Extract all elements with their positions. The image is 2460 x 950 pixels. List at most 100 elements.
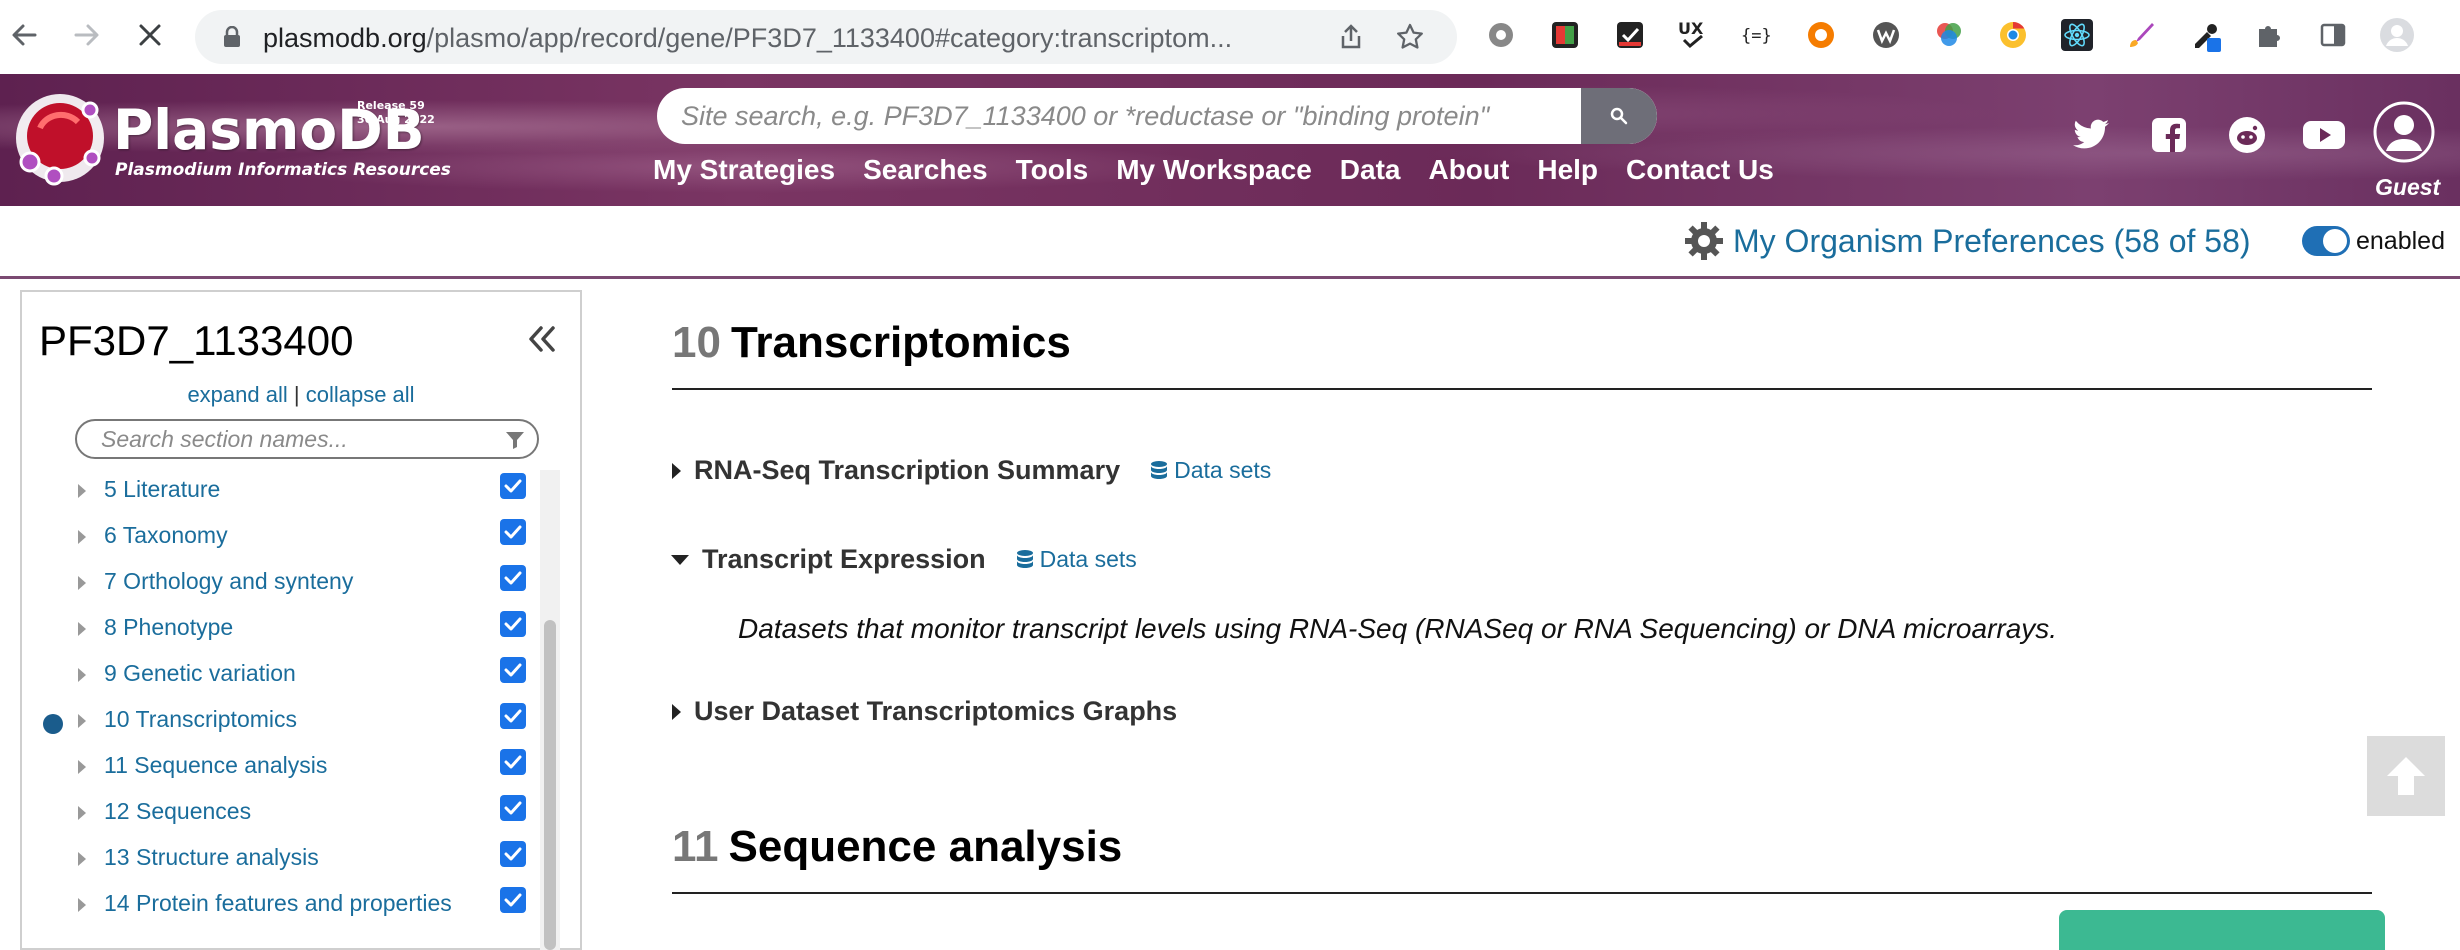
facebook-icon[interactable] <box>2147 113 2191 157</box>
extensions-puzzle-icon[interactable] <box>2251 17 2287 53</box>
caret-right-icon[interactable] <box>77 713 87 729</box>
section-visibility-checkbox[interactable] <box>500 657 526 683</box>
extension-check-icon[interactable] <box>1612 17 1648 53</box>
section-list-scrollbar[interactable] <box>540 470 560 950</box>
green-action-button[interactable] <box>2059 910 2385 950</box>
profile-avatar-icon[interactable] <box>2379 17 2415 53</box>
filter-icon[interactable] <box>505 430 525 450</box>
plasmodb-logo-icon[interactable] <box>10 88 110 188</box>
section-visibility-checkbox[interactable] <box>500 703 526 729</box>
sidebar-section-label[interactable]: 7 Orthology and synteny <box>104 568 353 595</box>
extension-rgb-icon[interactable] <box>1931 17 1967 53</box>
sidebar-section-item[interactable]: 7 Orthology and synteny <box>22 562 552 608</box>
sidebar-section-item[interactable]: 6 Taxonomy <box>22 516 552 562</box>
sidebar-section-label[interactable]: 11 Sequence analysis <box>104 752 327 779</box>
sidebar-section-label[interactable]: 12 Sequences <box>104 798 251 825</box>
menu-searches[interactable]: Searches <box>849 154 1002 186</box>
caret-right-icon[interactable] <box>77 575 87 591</box>
sidebar-section-item[interactable]: 8 Phenotype <box>22 608 552 654</box>
extension-lifebuoy-icon[interactable] <box>1803 17 1839 53</box>
extension-json-icon[interactable]: {=} <box>1739 17 1775 53</box>
twitter-icon[interactable] <box>2070 113 2114 157</box>
menu-about[interactable]: About <box>1414 154 1523 186</box>
sidebar-section-item[interactable]: 13 Structure analysis <box>22 838 552 884</box>
sidebar-section-label[interactable]: 8 Phenotype <box>104 614 233 641</box>
sidebar-section-label[interactable]: 9 Genetic variation <box>104 660 296 687</box>
caret-right-icon[interactable] <box>77 759 87 775</box>
caret-right-icon[interactable] <box>77 529 87 545</box>
organism-preferences-link[interactable]: My Organism Preferences (58 of 58) <box>1683 220 2251 262</box>
caret-right-icon[interactable] <box>77 667 87 683</box>
scrollbar-thumb[interactable] <box>544 620 556 950</box>
menu-contact-us[interactable]: Contact Us <box>1612 154 1788 186</box>
section-visibility-checkbox[interactable] <box>500 795 526 821</box>
sidebar-section-label[interactable]: 6 Taxonomy <box>104 522 228 549</box>
sidebar-section-item[interactable]: 9 Genetic variation <box>22 654 552 700</box>
sidebar-section-item[interactable]: 14 Protein features and properties <box>22 884 552 930</box>
sidebar-section-item[interactable]: 12 Sequences <box>22 792 552 838</box>
section-visibility-checkbox[interactable] <box>500 473 526 499</box>
section-visibility-checkbox[interactable] <box>500 519 526 545</box>
main-menu: My Strategies Searches Tools My Workspac… <box>639 154 1788 186</box>
extension-brush-icon[interactable] <box>2123 17 2159 53</box>
section-visibility-checkbox[interactable] <box>500 749 526 775</box>
section-visibility-checkbox[interactable] <box>500 887 526 913</box>
caret-right-icon[interactable] <box>77 483 87 499</box>
user-avatar-icon[interactable] <box>2373 101 2435 163</box>
sidebar-section-item[interactable]: 11 Sequence analysis <box>22 746 552 792</box>
extension-eyedropper-icon[interactable] <box>2188 17 2224 53</box>
menu-data[interactable]: Data <box>1326 154 1415 186</box>
release-date: 30 Aug 2022 <box>357 113 435 126</box>
side-panel-icon[interactable] <box>2315 17 2351 53</box>
extension-chrome-icon[interactable] <box>1995 17 2031 53</box>
subsection-user-dataset-graphs[interactable]: User Dataset Transcriptomics Graphs <box>670 696 1177 727</box>
section-visibility-checkbox[interactable] <box>500 841 526 867</box>
sidebar-section-item[interactable]: 5 Literature <box>22 470 552 516</box>
sidebar-section-label[interactable]: 13 Structure analysis <box>104 844 319 871</box>
extension-wappalyzer-icon[interactable] <box>1868 17 1904 53</box>
caret-right-icon[interactable] <box>77 897 87 913</box>
url-text[interactable]: plasmodb.org/plasmo/app/record/gene/PF3D… <box>263 23 1373 54</box>
reddit-icon[interactable] <box>2225 113 2269 157</box>
address-bar[interactable]: plasmodb.org/plasmo/app/record/gene/PF3D… <box>195 10 1457 64</box>
double-chevron-left-icon[interactable] <box>524 322 558 356</box>
stop-loading-button[interactable] <box>130 15 170 55</box>
section-visibility-checkbox[interactable] <box>500 611 526 637</box>
sidebar-section-item[interactable]: 10 Transcriptomics <box>22 700 552 746</box>
caret-right-icon[interactable] <box>77 805 87 821</box>
caret-right-icon[interactable] <box>77 851 87 867</box>
extension-color-icon[interactable] <box>1547 17 1583 53</box>
menu-tools[interactable]: Tools <box>1002 154 1103 186</box>
data-sets-link[interactable]: Data sets <box>1016 546 1137 573</box>
subsection-rna-seq-summary[interactable]: RNA-Seq Transcription Summary Data sets <box>670 455 1271 486</box>
sidebar-section-label[interactable]: 14 Protein features and properties <box>104 890 452 917</box>
site-search-input[interactable] <box>657 88 1647 144</box>
data-sets-link[interactable]: Data sets <box>1150 457 1271 484</box>
extension-ux-icon[interactable]: UX <box>1675 17 1711 53</box>
caret-right-icon[interactable] <box>77 621 87 637</box>
back-button[interactable] <box>4 15 44 55</box>
preferences-toggle[interactable] <box>2302 226 2350 256</box>
subsection-transcript-expression[interactable]: Transcript Expression Data sets <box>670 544 1137 575</box>
menu-my-workspace[interactable]: My Workspace <box>1102 154 1326 186</box>
section-visibility-checkbox[interactable] <box>500 565 526 591</box>
extension-gear-icon[interactable] <box>1483 17 1519 53</box>
guest-label[interactable]: Guest <box>2375 174 2440 201</box>
collapse-all-link[interactable]: collapse all <box>306 382 415 407</box>
sidebar-section-label[interactable]: 5 Literature <box>104 476 220 503</box>
back-to-top-button[interactable] <box>2367 736 2445 816</box>
bookmark-star-icon[interactable] <box>1395 22 1425 52</box>
sidebar-section-label[interactable]: 10 Transcriptomics <box>104 706 297 733</box>
extension-react-icon[interactable] <box>2059 17 2095 53</box>
share-icon[interactable] <box>1337 23 1365 51</box>
youtube-icon[interactable] <box>2302 113 2346 157</box>
menu-my-strategies[interactable]: My Strategies <box>639 154 849 186</box>
subsection-title: RNA-Seq Transcription Summary <box>694 455 1121 485</box>
menu-help[interactable]: Help <box>1523 154 1612 186</box>
expand-all-link[interactable]: expand all <box>187 382 287 407</box>
site-search-button[interactable] <box>1581 88 1657 144</box>
forward-button[interactable] <box>67 15 107 55</box>
section-heading-sequence-analysis: 11 Sequence analysis <box>672 822 2372 894</box>
section-number: 10 <box>672 318 721 367</box>
section-search-input[interactable] <box>77 421 497 457</box>
